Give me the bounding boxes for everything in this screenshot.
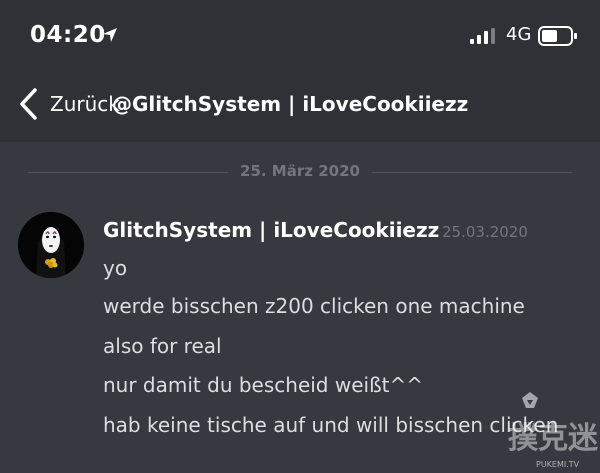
message-line: nur damit du bescheid weißt^^ xyxy=(103,373,424,397)
divider-line-right xyxy=(372,172,572,173)
navigation-bar: Zurück @GlitchSystem | iLoveCookiiezz xyxy=(0,68,600,142)
watermark: 撲克迷 PUKEMI.TV xyxy=(500,390,600,473)
location-arrow-icon xyxy=(103,28,117,42)
date-divider-text: 25. März 2020 xyxy=(240,162,360,180)
message-line: hab keine tische auf und will bisschen c… xyxy=(103,413,559,437)
message-author[interactable]: GlitchSystem | iLoveCookiiezz xyxy=(103,218,439,242)
signal-icon xyxy=(470,28,495,44)
screen: 04:20 4G Zurück @GlitchSystem | iLoveCoo… xyxy=(0,0,600,473)
network-type: 4G xyxy=(506,24,532,45)
svg-text:撲克迷: 撲克迷 xyxy=(508,421,599,456)
no-face-avatar-icon xyxy=(18,212,84,278)
message-timestamp: 25.03.2020 xyxy=(442,223,528,241)
back-button[interactable]: Zurück xyxy=(18,84,120,124)
avatar[interactable] xyxy=(18,212,84,278)
divider-line-left xyxy=(28,172,228,173)
battery-icon xyxy=(538,26,577,46)
message-line: also for real xyxy=(103,334,222,358)
date-divider: 25. März 2020 xyxy=(0,160,600,186)
watermark-logo: 撲克迷 xyxy=(508,392,599,456)
channel-title: @GlitchSystem | iLoveCookiiezz xyxy=(112,92,469,116)
chevron-left-icon xyxy=(20,88,37,120)
back-label: Zurück xyxy=(50,92,120,116)
status-bar: 04:20 4G xyxy=(0,0,600,68)
message-line: werde bisschen z200 clicken one machine xyxy=(103,294,525,318)
watermark-site: PUKEMI.TV xyxy=(536,460,580,469)
status-time: 04:20 xyxy=(30,22,106,48)
message-line: yo xyxy=(103,256,128,280)
